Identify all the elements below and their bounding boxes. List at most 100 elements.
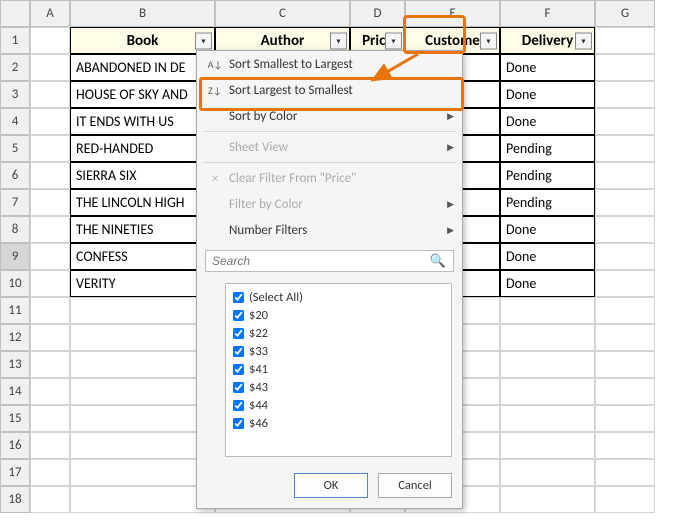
row-head[interactable]: 13 <box>0 351 30 378</box>
cell[interactable] <box>595 351 655 378</box>
cell-delivery[interactable]: Done <box>500 243 595 270</box>
cancel-button[interactable]: Cancel <box>378 473 452 498</box>
col-head-E[interactable]: E <box>405 0 500 27</box>
cell[interactable] <box>70 432 215 459</box>
ok-button[interactable]: OK <box>294 473 368 498</box>
cell[interactable] <box>70 324 215 351</box>
col-head-D[interactable]: D <box>350 0 405 27</box>
filter-search-input[interactable] <box>205 250 454 272</box>
cell-delivery[interactable]: Pending <box>500 189 595 216</box>
filter-value[interactable]: $43 <box>232 378 445 396</box>
cell-book[interactable]: ABANDONED IN DE <box>70 54 215 81</box>
cell-delivery[interactable]: Done <box>500 54 595 81</box>
cell[interactable] <box>595 270 655 297</box>
header-book[interactable]: Book▼ <box>70 27 215 54</box>
cell[interactable] <box>30 297 70 324</box>
number-filters[interactable]: Number Filters ▶ <box>197 217 462 243</box>
cell[interactable] <box>595 162 655 189</box>
cell[interactable] <box>30 216 70 243</box>
col-head-B[interactable]: B <box>70 0 215 27</box>
select-all-corner[interactable] <box>0 0 30 27</box>
cell[interactable] <box>595 108 655 135</box>
cell[interactable] <box>70 378 215 405</box>
row-head[interactable]: 11 <box>0 297 30 324</box>
cell[interactable] <box>30 378 70 405</box>
filter-dropdown-icon[interactable]: ▼ <box>195 32 212 49</box>
row-head[interactable]: 17 <box>0 459 30 486</box>
cell-book[interactable]: VERITY <box>70 270 215 297</box>
cell[interactable] <box>595 297 655 324</box>
cell-delivery[interactable]: Done <box>500 81 595 108</box>
cell[interactable] <box>30 432 70 459</box>
cell-delivery[interactable]: Done <box>500 270 595 297</box>
row-head[interactable]: 10 <box>0 270 30 297</box>
cell-book[interactable]: HOUSE OF SKY AND <box>70 81 215 108</box>
filter-dropdown-icon[interactable]: ▼ <box>385 32 402 49</box>
cell[interactable] <box>30 243 70 270</box>
cell-book[interactable]: IT ENDS WITH US <box>70 108 215 135</box>
filter-value[interactable]: $44 <box>232 396 445 414</box>
cell[interactable] <box>595 378 655 405</box>
cell[interactable] <box>70 351 215 378</box>
cell[interactable] <box>70 459 215 486</box>
cell[interactable] <box>30 405 70 432</box>
cell[interactable] <box>500 378 595 405</box>
cell[interactable] <box>500 297 595 324</box>
cell[interactable] <box>30 486 70 513</box>
row-head[interactable]: 5 <box>0 135 30 162</box>
row-head[interactable]: 9 <box>0 243 30 270</box>
cell[interactable] <box>30 351 70 378</box>
filter-value[interactable]: $33 <box>232 342 445 360</box>
cell[interactable] <box>30 189 70 216</box>
checkbox[interactable] <box>233 309 244 320</box>
col-head-A[interactable]: A <box>30 0 70 27</box>
checkbox[interactable] <box>233 345 244 356</box>
row-head[interactable]: 6 <box>0 162 30 189</box>
col-head-F[interactable]: F <box>500 0 595 27</box>
cell[interactable] <box>595 135 655 162</box>
cell[interactable] <box>30 270 70 297</box>
row-head[interactable]: 2 <box>0 54 30 81</box>
cell[interactable] <box>70 297 215 324</box>
cell-book[interactable]: THE NINETIES <box>70 216 215 243</box>
sort-by-color[interactable]: Sort by Color ▶ <box>197 103 462 129</box>
col-head-G[interactable]: G <box>595 0 655 27</box>
checkbox[interactable] <box>233 327 244 338</box>
cell[interactable] <box>70 486 215 513</box>
checkbox[interactable] <box>233 291 244 302</box>
cell-book[interactable]: THE LINCOLN HIGH <box>70 189 215 216</box>
checkbox[interactable] <box>233 417 244 428</box>
row-head[interactable]: 15 <box>0 405 30 432</box>
filter-value[interactable]: $41 <box>232 360 445 378</box>
cell[interactable] <box>30 81 70 108</box>
col-head-C[interactable]: C <box>215 0 350 27</box>
cell-delivery[interactable]: Pending <box>500 135 595 162</box>
filter-dropdown-icon[interactable]: ▼ <box>330 32 347 49</box>
cell[interactable] <box>500 459 595 486</box>
cell-A1[interactable] <box>30 27 70 54</box>
filter-value[interactable]: $22 <box>232 324 445 342</box>
cell[interactable] <box>30 54 70 81</box>
cell[interactable] <box>595 81 655 108</box>
cell[interactable] <box>30 459 70 486</box>
cell[interactable] <box>595 486 655 513</box>
checkbox[interactable] <box>233 381 244 392</box>
cell-G1[interactable] <box>595 27 655 54</box>
cell[interactable] <box>595 405 655 432</box>
row-head[interactable]: 18 <box>0 486 30 513</box>
row-head[interactable]: 8 <box>0 216 30 243</box>
row-head[interactable]: 16 <box>0 432 30 459</box>
filter-dropdown-icon[interactable]: ▼ <box>575 32 592 49</box>
filter-value-select-all[interactable]: (Select All) <box>232 288 445 306</box>
cell[interactable] <box>30 162 70 189</box>
row-head[interactable]: 12 <box>0 324 30 351</box>
cell-book[interactable]: RED-HANDED <box>70 135 215 162</box>
cell[interactable] <box>595 54 655 81</box>
checkbox[interactable] <box>233 363 244 374</box>
sort-ascending[interactable]: A↓ Sort Smallest to Largest <box>197 51 462 77</box>
cell[interactable] <box>30 108 70 135</box>
cell[interactable] <box>500 486 595 513</box>
cell-delivery[interactable]: Pending <box>500 162 595 189</box>
filter-value[interactable]: $20 <box>232 306 445 324</box>
cell-book[interactable]: CONFESS <box>70 243 215 270</box>
